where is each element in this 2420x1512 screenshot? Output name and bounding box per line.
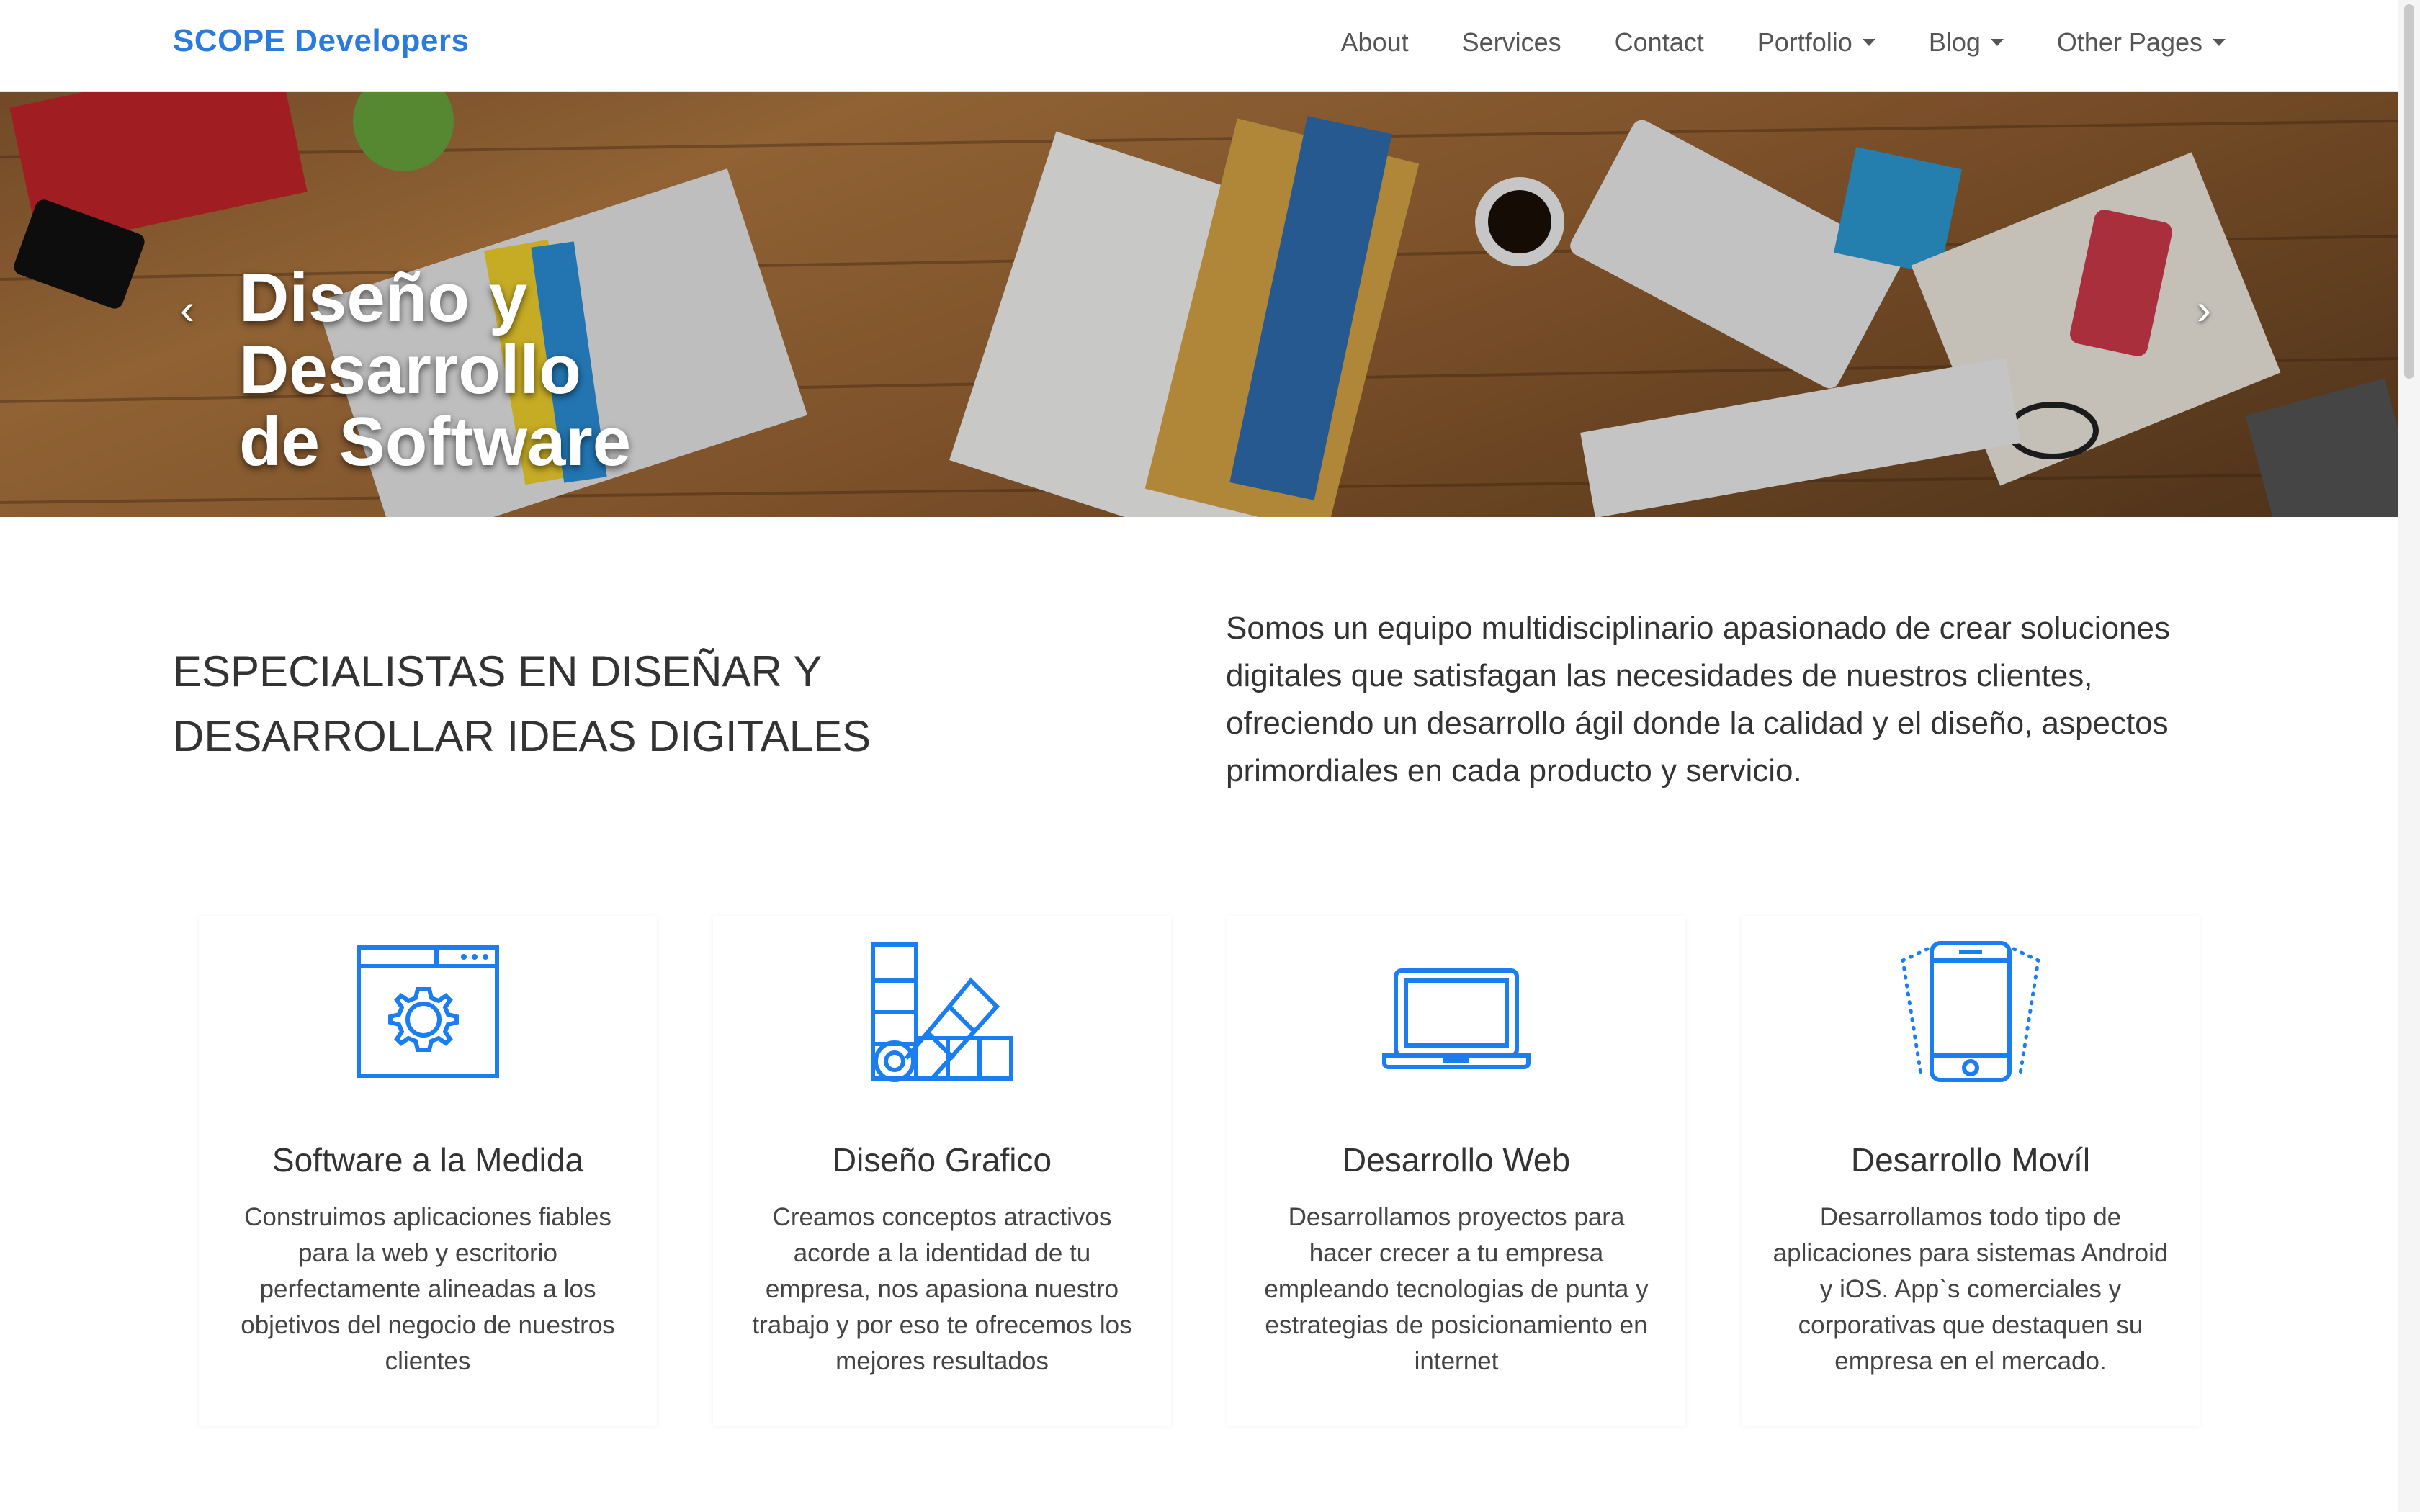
nav-blog-dropdown[interactable]: Blog (1929, 27, 2004, 58)
service-title: Diseño Grafico (832, 1141, 1052, 1179)
hero-carousel: ‹ › Diseño y Desarrollo de Software (0, 92, 2398, 517)
caret-down-icon (1990, 39, 2004, 46)
carousel-next-arrow-icon[interactable]: › (2197, 288, 2211, 331)
nav-services-label: Services (1461, 27, 1561, 57)
page: SCOPE Developers About Services Contact … (0, 0, 2398, 1512)
nav-portfolio-dropdown[interactable]: Portfolio (1757, 27, 1876, 58)
service-description: Desarrollamos todo tipo de aplicaciones … (1773, 1203, 2169, 1375)
caret-down-icon (1862, 39, 1876, 46)
service-card-graphic-design: Diseño Grafico Creamos conceptos atracti… (713, 916, 1171, 1426)
carousel-prev-arrow-icon[interactable]: ‹ (180, 288, 194, 331)
laptop-icon (1382, 968, 1531, 1069)
scrollbar-thumb[interactable] (2404, 4, 2414, 379)
intro-heading: ESPECIALISTAS EN DISEÑAR Y DESARROLLAR I… (173, 639, 1109, 769)
nav-about-label: About (1340, 27, 1409, 57)
hero-title: Diseño y Desarrollo de Software (239, 262, 887, 478)
service-title: Desarrollo Movíl (1850, 1141, 2091, 1179)
hero-title-line1: Diseño y Desarrollo (239, 259, 581, 408)
top-navbar: SCOPE Developers About Services Contact … (0, 0, 2398, 92)
page-scrollbar[interactable] (2398, 0, 2420, 1512)
caret-down-icon (2213, 39, 2226, 46)
nav-blog-label: Blog (1928, 27, 1981, 57)
service-title: Software a la Medida (272, 1141, 584, 1179)
smartphone-icon (1901, 941, 2040, 1082)
service-card-mobile: Desarrollo Movíl Desarrollamos todo tipo… (1742, 916, 2200, 1426)
nav-other-pages-dropdown[interactable]: Other Pages (2057, 27, 2226, 58)
nav-contact[interactable]: Contact (1615, 27, 1704, 58)
nav-services[interactable]: Services (1462, 27, 1561, 58)
nav-portfolio-label: Portfolio (1757, 27, 1852, 57)
main-nav: About Services Contact Portfolio Blog Ot… (1288, 27, 2226, 58)
intro-heading-line2: DESARROLLAR IDEAS DIGITALES (173, 712, 871, 760)
color-swatch-icon (871, 942, 1013, 1082)
hero-title-line2: de Software (239, 403, 632, 480)
intro-description: Somos un equipo multidisciplinario apasi… (1226, 611, 2170, 788)
service-description: Desarrollamos proyectos para hacer crece… (1264, 1203, 1649, 1375)
nav-contact-label: Contact (1614, 27, 1704, 57)
service-card-software: Software a la Medida Construimos aplicac… (199, 916, 657, 1426)
software-window-gear-icon (357, 945, 499, 1078)
nav-about[interactable]: About (1341, 27, 1409, 58)
service-title: Desarrollo Web (1342, 1141, 1571, 1179)
service-description: Creamos conceptos atractivos acorde a la… (752, 1203, 1132, 1375)
brand-logo-link[interactable]: SCOPE Developers (173, 23, 470, 59)
nav-other-pages-label: Other Pages (2056, 27, 2202, 57)
service-card-web: Desarrollo Web Desarrollamos proyectos p… (1227, 916, 1685, 1426)
intro-heading-line1: ESPECIALISTAS EN DISEÑAR Y (173, 647, 823, 696)
service-description: Construimos aplicaciones fiables para la… (241, 1203, 615, 1375)
